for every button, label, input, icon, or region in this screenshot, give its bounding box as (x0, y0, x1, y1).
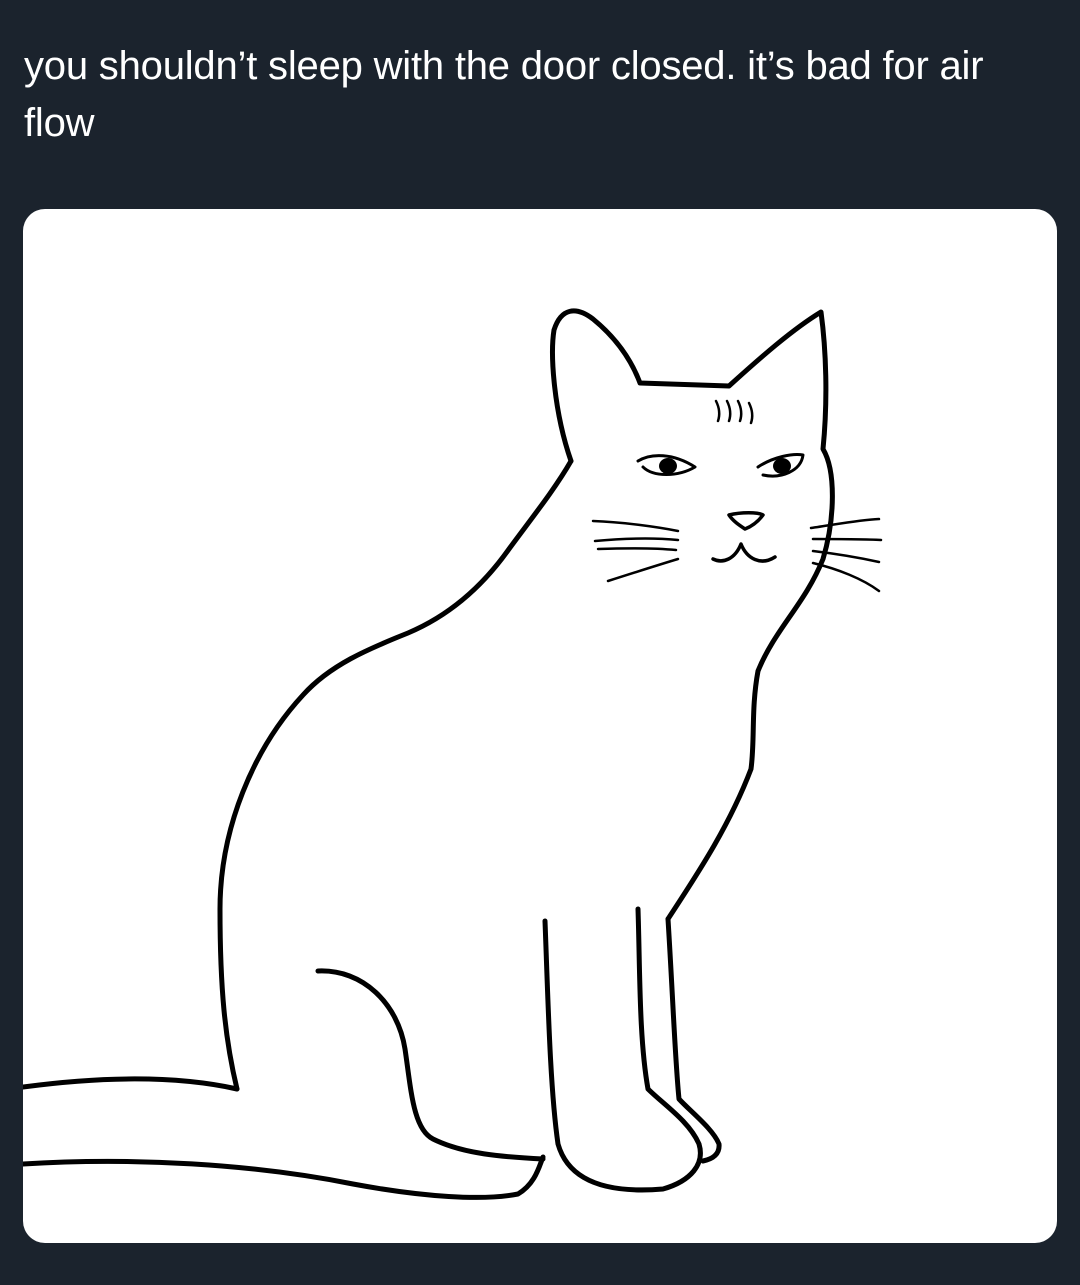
cat-body-outline (550, 308, 835, 922)
whisker (591, 519, 680, 533)
whisker (809, 517, 881, 530)
post-media-image[interactable] (23, 209, 1057, 1243)
whisker (596, 547, 678, 552)
cat-tail-outline (23, 1076, 240, 1092)
left-pupil (659, 458, 677, 474)
cat-tail-lower-outline (23, 1154, 546, 1200)
post-text: you shouldn’t sleep with the door closed… (24, 44, 984, 145)
forehead-mark (714, 399, 721, 423)
cat-haunch-outline (315, 968, 546, 1162)
mouth (711, 542, 777, 563)
whisker (606, 557, 680, 583)
cat-front-leg-right-outline (665, 916, 722, 1164)
forehead-mark (747, 401, 754, 425)
cat-drawing (23, 308, 883, 1200)
forehead-mark (725, 399, 732, 423)
right-pupil (773, 458, 791, 474)
cat-back-outline (217, 458, 574, 1092)
whisker (811, 561, 881, 593)
nose (727, 511, 765, 531)
whisker (593, 537, 680, 543)
whisker (811, 537, 883, 542)
forehead-mark (736, 399, 743, 423)
